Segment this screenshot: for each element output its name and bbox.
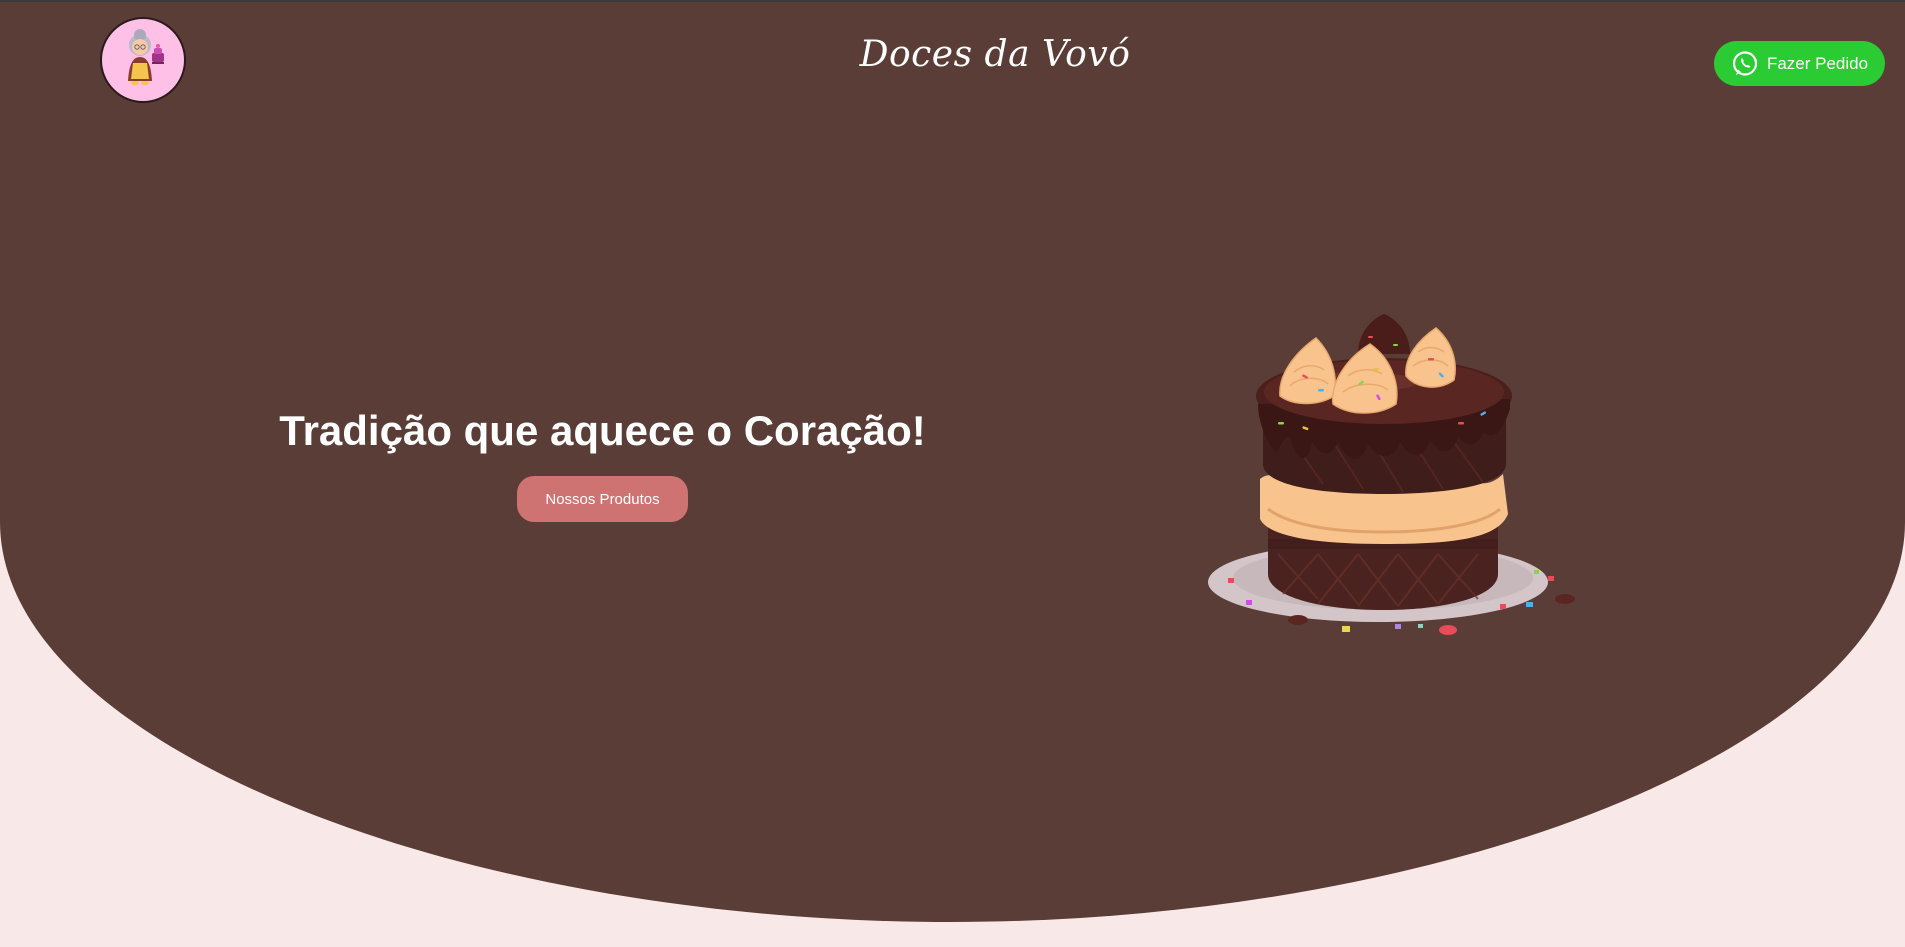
- order-button-label: Fazer Pedido: [1766, 53, 1869, 73]
- hero-background: [0, 2, 1905, 922]
- grandma-baker-icon: [128, 29, 164, 85]
- order-button[interactable]: Fazer Pedido: [1714, 41, 1885, 86]
- page: Doces da Vovó Fazer Pedido Tradição que …: [0, 0, 1905, 947]
- products-button[interactable]: Nossos Produtos: [517, 476, 688, 522]
- hero-title: Tradição que aquece o Coração!: [279, 407, 926, 454]
- chocolate-cake-image: [1208, 314, 1575, 635]
- whatsapp-icon: [1732, 50, 1758, 76]
- logo[interactable]: [100, 17, 186, 103]
- brand-title: Doces da Vovó: [859, 34, 1131, 75]
- site-header: Doces da Vovó Fazer Pedido: [0, 2, 1905, 122]
